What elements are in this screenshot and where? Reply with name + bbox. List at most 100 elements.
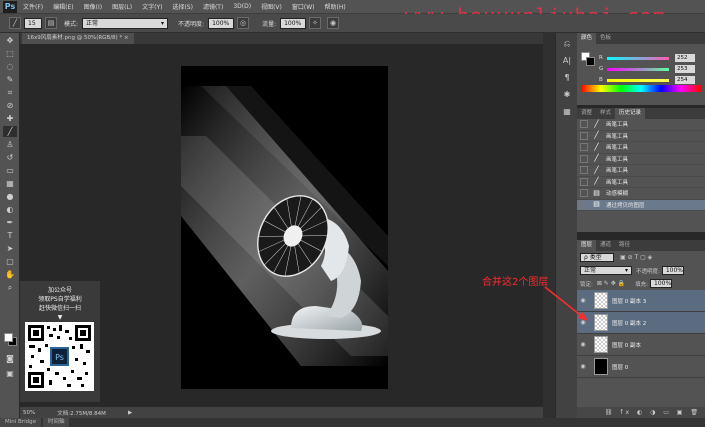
timeline-tab[interactable]: 时间轴 (42, 418, 70, 427)
quick-mask-icon[interactable]: ◙ (3, 353, 17, 364)
tab-color[interactable]: 颜色 (577, 33, 597, 44)
layer-row[interactable]: ◉ 图层 0 副本 (577, 334, 705, 356)
history-item[interactable]: ╱ 画笔工具 (577, 142, 705, 154)
menu-file[interactable]: 文件(F) (23, 2, 43, 11)
shape-tool-icon[interactable]: ▢ (3, 256, 17, 267)
hand-tool-icon[interactable]: ✋ (3, 269, 17, 280)
menu-select[interactable]: 选择(S) (172, 2, 193, 11)
path-select-tool-icon[interactable]: ➤ (3, 243, 17, 254)
blur-tool-icon[interactable]: ● (3, 191, 17, 202)
status-arrow-icon[interactable]: ▶ (128, 410, 132, 416)
airbrush-icon[interactable]: ✧ (309, 17, 322, 29)
tab-adjustments[interactable]: 调整 (577, 108, 596, 119)
layer-row[interactable]: ◉ 图层 0 副本 2 (577, 312, 705, 334)
channel-g-slider[interactable] (607, 67, 669, 71)
tab-layers[interactable]: 图层 (577, 240, 597, 251)
mini-bridge-tab[interactable]: Mini Bridge (0, 418, 41, 427)
history-item[interactable]: ╱ 画笔工具 (577, 177, 705, 188)
tab-history[interactable]: 历史记录 (615, 108, 646, 119)
menu-layer[interactable]: 图层(L) (112, 2, 132, 11)
history-snapshot-checkbox[interactable] (580, 154, 588, 163)
history-snapshot-checkbox[interactable] (580, 177, 588, 186)
eye-icon[interactable]: ◉ (577, 363, 589, 370)
eraser-tool-icon[interactable]: ▭ (3, 165, 17, 176)
zoom-level[interactable]: 50% (23, 410, 35, 416)
menu-image[interactable]: 图像(I) (84, 2, 102, 11)
pressure-size-icon[interactable]: ◉ (327, 17, 340, 29)
history-item[interactable]: ▤ 动感模糊 (577, 188, 705, 200)
color-bg-swatch[interactable] (586, 57, 595, 66)
history-snapshot-checkbox[interactable] (580, 200, 588, 209)
filter-icons[interactable]: ▣ ⊘ T ▢ ◈ (620, 254, 652, 261)
brush-tool-icon[interactable]: ╱ (3, 126, 17, 137)
history-snapshot-checkbox[interactable] (580, 166, 588, 175)
crop-tool-icon[interactable]: ⌗ (3, 87, 17, 98)
history-panel-icon[interactable]: ⎌ (560, 37, 574, 50)
tab-paths[interactable]: 路径 (615, 240, 634, 251)
tool-presets-icon[interactable]: ▦ (560, 105, 574, 118)
history-item[interactable]: ▤ 通过拷贝的图层 (577, 199, 705, 211)
type-tool-icon[interactable]: T (3, 230, 17, 241)
history-item[interactable]: ╱ 画笔工具 (577, 165, 705, 177)
opacity-input[interactable]: 100% (208, 17, 235, 29)
color-spectrum[interactable] (581, 85, 701, 92)
tab-styles[interactable]: 样式 (596, 108, 615, 119)
gradient-tool-icon[interactable]: ▦ (3, 178, 17, 189)
layers-footer-icons[interactable]: ⛓ fx ◐ ◑ ▭ ▣ 🗑 (577, 407, 705, 418)
history-snapshot-checkbox[interactable] (580, 189, 588, 198)
pen-tool-icon[interactable]: ✒ (3, 217, 17, 228)
history-snapshot-checkbox[interactable] (580, 120, 588, 129)
document-canvas[interactable] (181, 66, 388, 389)
eyedropper-tool-icon[interactable]: ⊘ (3, 100, 17, 111)
menu-view[interactable]: 视图(V) (261, 2, 282, 11)
channel-r-slider[interactable] (607, 56, 669, 60)
tab-swatches[interactable]: 色板 (596, 33, 615, 44)
eye-icon[interactable]: ◉ (577, 341, 589, 348)
marquee-tool-icon[interactable]: ⬚ (3, 48, 17, 59)
dodge-tool-icon[interactable]: ◐ (3, 204, 17, 215)
document-size-info[interactable]: 文档:2.75M/8.84M (57, 409, 106, 417)
history-item[interactable]: ╱ 画笔工具 (577, 154, 705, 165)
layer-opacity-input[interactable]: 100% (661, 266, 684, 275)
move-tool-icon[interactable]: ✥ (3, 35, 17, 46)
screen-mode-icon[interactable]: ▣ (3, 368, 17, 379)
channel-r-value[interactable]: 252 (675, 54, 695, 62)
canvas-area[interactable] (20, 44, 555, 406)
fill-input[interactable]: 100% (650, 279, 672, 288)
history-snapshot-checkbox[interactable] (580, 143, 588, 152)
channel-b-slider[interactable] (607, 78, 669, 82)
menu-help[interactable]: 帮助(H) (325, 2, 346, 11)
eye-icon[interactable]: ◉ (577, 297, 589, 304)
brush-tool-icon[interactable]: ╱ (9, 17, 21, 29)
mode-select[interactable]: 正常 ▾ (82, 17, 169, 29)
history-brush-tool-icon[interactable]: ↺ (3, 152, 17, 163)
healing-brush-tool-icon[interactable]: ✚ (3, 113, 17, 124)
quick-select-tool-icon[interactable]: ✎ (3, 74, 17, 85)
history-item[interactable]: ╱ 画笔工具 (577, 131, 705, 142)
zoom-tool-icon[interactable]: ⌕ (3, 282, 17, 293)
menu-window[interactable]: 窗口(W) (292, 2, 315, 11)
eye-icon[interactable]: ◉ (577, 319, 589, 326)
menu-edit[interactable]: 编辑(E) (53, 2, 73, 11)
clone-stamp-tool-icon[interactable]: ♙ (3, 139, 17, 150)
foreground-color-swatch[interactable] (4, 333, 13, 342)
tab-channels[interactable]: 通道 (596, 240, 615, 251)
paragraph-panel-icon[interactable]: ¶ (560, 71, 574, 84)
channel-b-value[interactable]: 254 (675, 76, 695, 84)
brush-panel-icon[interactable]: ▤ (45, 17, 57, 29)
menu-3d[interactable]: 3D(D) (233, 3, 251, 10)
blend-mode-select[interactable]: 正常 ▾ (580, 266, 632, 275)
brush-size-picker[interactable]: 15 (24, 17, 42, 29)
layer-filter-select[interactable]: ρ 类型 (580, 253, 614, 262)
history-snapshot-checkbox[interactable] (580, 131, 588, 140)
brush-presets-icon[interactable]: ✱ (560, 88, 574, 101)
menu-filter[interactable]: 滤镜(T) (203, 2, 223, 11)
pressure-opacity-icon[interactable]: ◎ (237, 17, 250, 29)
lock-icons[interactable]: ⊠ ✎ ✥ 🔒 (597, 280, 625, 287)
document-tab[interactable]: 16x9风扇素材.png @ 50%(RGB/8) * × (22, 33, 134, 44)
history-item[interactable]: ╱ 画笔工具 (577, 119, 705, 131)
canvas-scrollbar[interactable] (543, 33, 555, 418)
layer-row[interactable]: ◉ 图层 0 (577, 356, 705, 378)
flow-input[interactable]: 100% (280, 17, 307, 29)
lasso-tool-icon[interactable]: ◌ (3, 61, 17, 72)
